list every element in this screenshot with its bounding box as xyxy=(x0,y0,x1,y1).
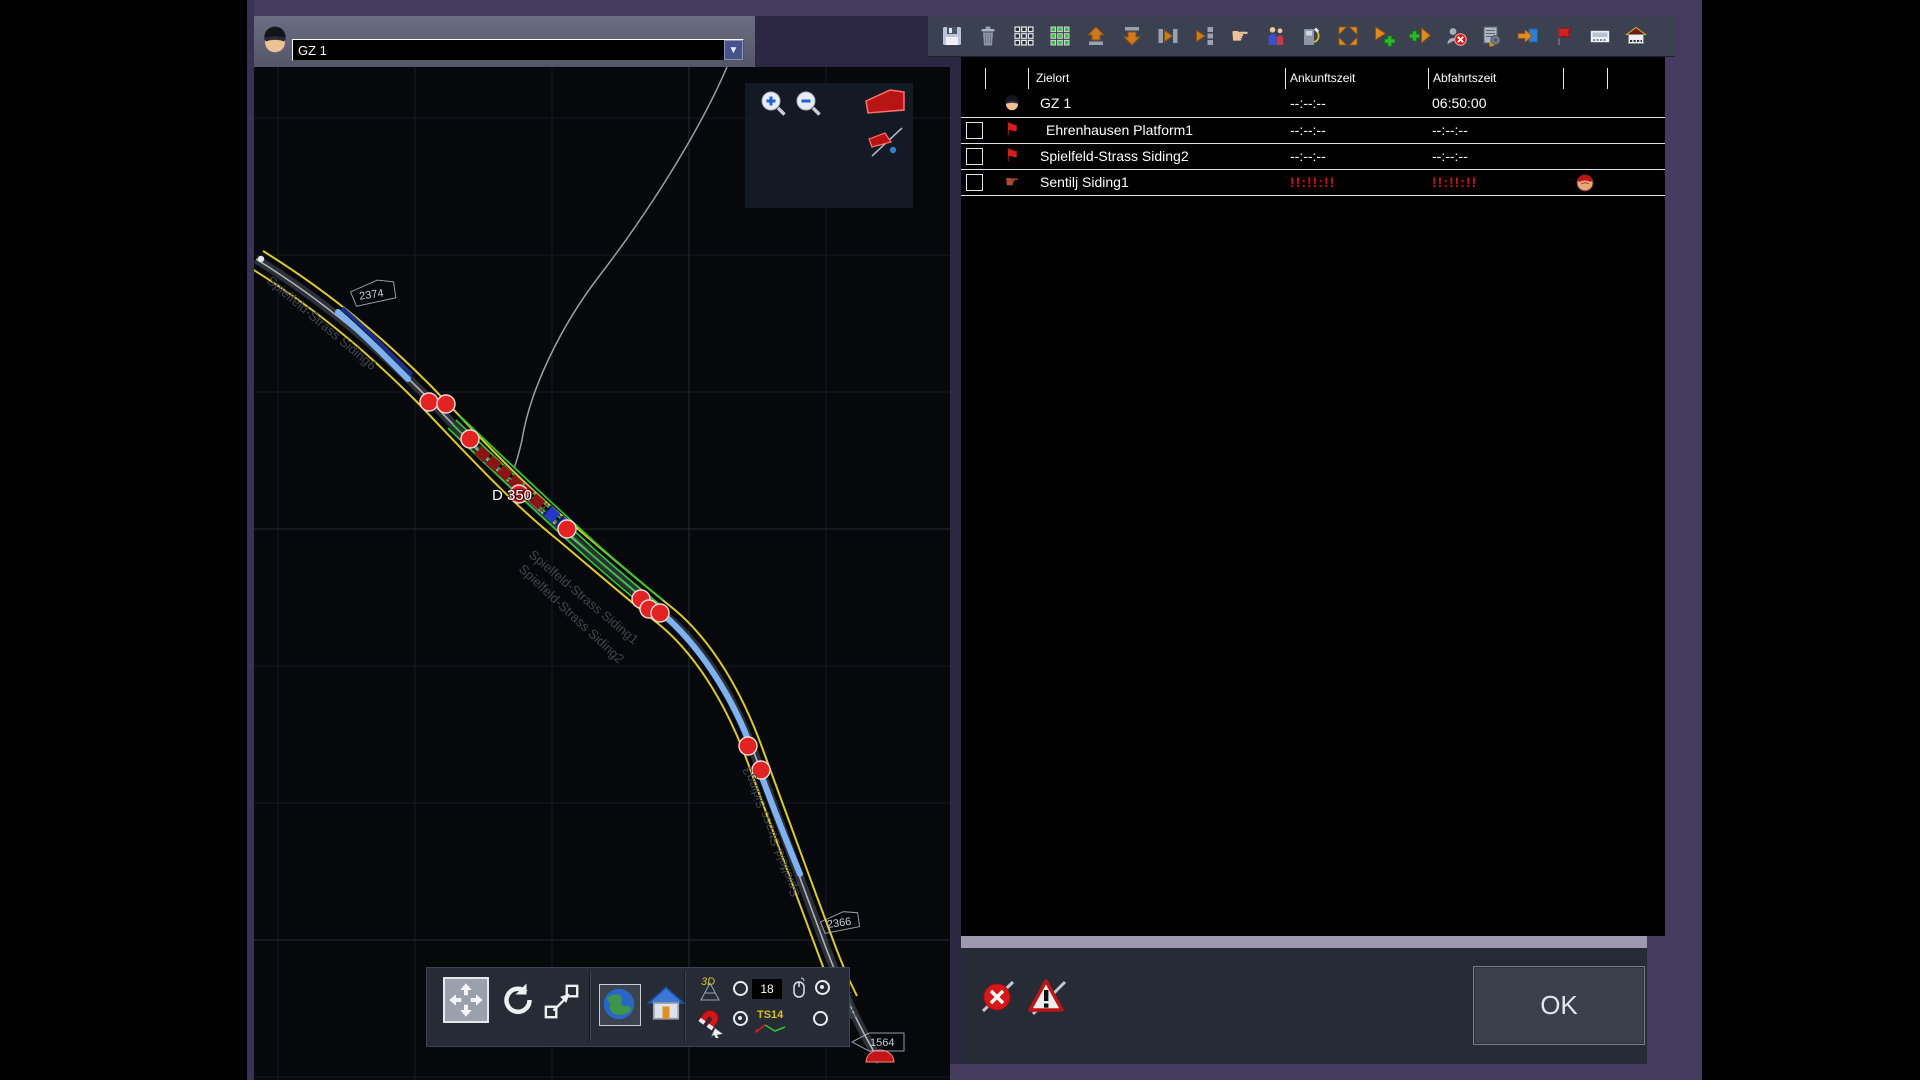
radio-3d-view[interactable] xyxy=(733,981,748,996)
remove-driver-icon[interactable] xyxy=(1444,24,1468,48)
arrival-time: --:--:-- xyxy=(1290,148,1326,164)
copy-to-train-icon[interactable] xyxy=(1516,24,1540,48)
abandon-schedule-icon[interactable] xyxy=(979,978,1017,1016)
dropdown-arrow-icon[interactable]: ▼ xyxy=(724,40,743,60)
minimap-panel xyxy=(745,83,913,208)
keyboard-console-icon[interactable] xyxy=(1588,24,1612,48)
map-toolbar: 3D 18 TS14 xyxy=(426,967,850,1047)
route-map-canvas[interactable]: D 350 Spielfeld-Strass Siding6 Spielfeld… xyxy=(254,67,950,1080)
ok-button[interactable]: OK xyxy=(1473,966,1645,1045)
column-header-abfahrtszeit: Abfahrtszeit xyxy=(1433,71,1497,85)
decouple-vehicle-icon[interactable] xyxy=(1192,24,1216,48)
warning-icon[interactable] xyxy=(1025,974,1069,1018)
pointing-hand-icon: ☛ xyxy=(1004,172,1020,191)
column-header-zielort: Zielort xyxy=(1036,71,1070,85)
column-divider xyxy=(1607,68,1608,89)
flag-icon: ⚑ xyxy=(1004,120,1020,140)
move-up-icon[interactable] xyxy=(1084,24,1108,48)
schedule-row-destination[interactable]: ☛ Sentilj Siding1 !!:!!:!! !!:!!:!! xyxy=(961,169,1665,196)
arrival-time: --:--:-- xyxy=(1290,95,1326,111)
row-separator xyxy=(961,143,1665,144)
destination-name: GZ 1 xyxy=(1040,95,1072,111)
column-divider xyxy=(1563,68,1564,89)
trash-icon[interactable] xyxy=(976,24,1000,48)
window-frame-gap xyxy=(755,16,928,67)
schedule-row-destination[interactable]: ⚑ Spielfeld-Strass Siding2 --:--:-- --:-… xyxy=(961,143,1665,169)
home-view-button[interactable] xyxy=(645,982,687,1024)
command-toolbar: ☛ xyxy=(928,16,1675,57)
schedule-table: Zielort Ankunftszeit Abfahrtszeit GZ 1 -… xyxy=(961,67,1665,936)
move-down-icon[interactable] xyxy=(1120,24,1144,48)
svg-text:2374: 2374 xyxy=(358,287,384,302)
ts14-version-label: TS14 xyxy=(757,1009,784,1021)
row-separator xyxy=(961,195,1665,196)
column-divider xyxy=(985,68,986,89)
radio-mouse-zoom[interactable] xyxy=(815,980,830,995)
departure-time: --:--:-- xyxy=(1432,148,1468,164)
couple-vehicle-icon[interactable] xyxy=(1156,24,1180,48)
row-separator xyxy=(961,169,1665,170)
save-icon[interactable] xyxy=(940,24,964,48)
window-frame-top xyxy=(247,0,1702,16)
3d-view-icon[interactable]: 3D xyxy=(693,974,727,1002)
driver-avatar-icon xyxy=(263,26,287,53)
arrival-time: --:--:-- xyxy=(1290,122,1326,138)
toolbar-divider xyxy=(589,972,590,1042)
column-divider xyxy=(1428,68,1429,89)
grid-outline-icon[interactable] xyxy=(1012,24,1036,48)
schedule-row-destination[interactable]: ⚑ Ehrenhausen Platform1 --:--:-- --:--:-… xyxy=(961,117,1665,143)
row-checkbox[interactable] xyxy=(966,174,983,191)
departure-time: --:--:-- xyxy=(1432,122,1468,138)
pan-arrows-icon xyxy=(449,983,483,1017)
departure-time-alert: !!:!!:!! xyxy=(1432,174,1478,190)
radio-gradient-mode[interactable] xyxy=(813,1011,828,1026)
arrival-time-alert: !!:!!:!! xyxy=(1290,174,1336,190)
schedule-properties-icon[interactable] xyxy=(1480,24,1504,48)
add-command-icon[interactable] xyxy=(1372,24,1396,48)
zoom-level-box[interactable]: 18 xyxy=(752,979,782,999)
radio-snap-mode[interactable] xyxy=(733,1011,748,1026)
column-header-ankunftszeit: Ankunftszeit xyxy=(1290,71,1356,85)
rotate-view-button[interactable] xyxy=(497,981,537,1021)
road-line xyxy=(513,67,728,469)
insert-command-icon[interactable] xyxy=(1408,24,1432,48)
column-divider xyxy=(1285,68,1286,89)
mouse-icon xyxy=(793,977,805,998)
satellite-view-button[interactable] xyxy=(599,984,641,1026)
snap-magnet-icon[interactable] xyxy=(691,1006,727,1038)
alarm-clock-icon xyxy=(1576,174,1594,192)
navigate-via-icon[interactable] xyxy=(1336,24,1360,48)
flag-icon[interactable] xyxy=(1552,24,1576,48)
schedule-header: Zielort Ankunftszeit Abfahrtszeit xyxy=(961,67,1665,90)
departure-time: 06:50:00 xyxy=(1432,95,1487,111)
grid-green-icon[interactable] xyxy=(1048,24,1072,48)
window-frame-right xyxy=(1665,0,1702,1080)
route-map[interactable]: D 350 Spielfeld-Strass Siding6 Spielfeld… xyxy=(254,67,950,1080)
drive-to-hand-icon[interactable]: ☛ xyxy=(1228,24,1252,48)
station-hall-icon[interactable] xyxy=(1624,24,1648,48)
panel-divider-strip xyxy=(961,936,1647,948)
destination-name: Ehrenhausen Platform1 xyxy=(1046,122,1194,138)
refuel-icon[interactable] xyxy=(1300,24,1324,48)
jump-to-button[interactable] xyxy=(543,983,581,1021)
gradient-line-icon xyxy=(755,1024,786,1033)
window-frame-left xyxy=(247,0,254,1080)
destination-name: Sentilj Siding1 xyxy=(1040,174,1129,190)
schedule-row-driver[interactable]: GZ 1 --:--:-- 06:50:00 xyxy=(961,90,1665,116)
row-separator xyxy=(961,117,1665,118)
row-checkbox[interactable] xyxy=(966,148,983,165)
row-checkbox[interactable] xyxy=(966,122,983,139)
track-labels: Spielfeld-Strass Siding6 Spielfeld-Stras… xyxy=(264,273,861,1021)
window-frame-corner xyxy=(1647,936,1702,1080)
passengers-icon[interactable] xyxy=(1264,24,1288,48)
destination-name: Spielfeld-Strass Siding2 xyxy=(1040,148,1189,164)
svg-text:1564: 1564 xyxy=(870,1037,894,1049)
driver-avatar-icon xyxy=(1005,94,1019,111)
pan-mode-button[interactable] xyxy=(443,977,489,1023)
driver-select-input[interactable]: GZ 1 xyxy=(292,39,744,61)
svg-text:D 350: D 350 xyxy=(492,487,532,504)
column-divider xyxy=(1028,68,1029,89)
flag-icon: ⚑ xyxy=(1004,146,1020,166)
train-label: D 350 xyxy=(491,486,534,506)
